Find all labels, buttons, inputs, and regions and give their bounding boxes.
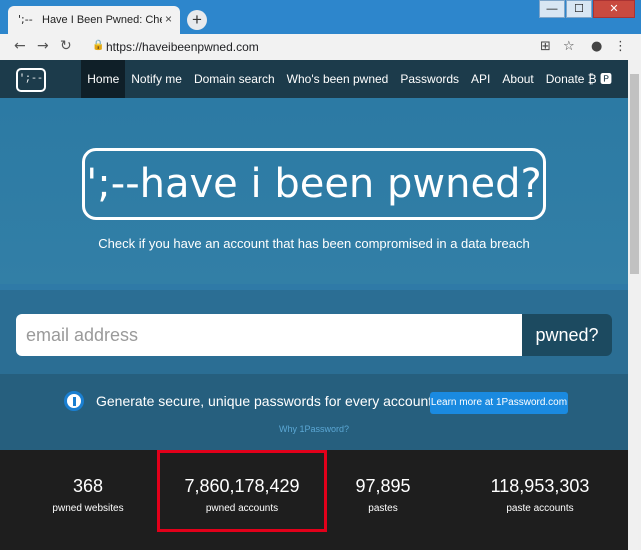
hero-tagline: Check if you have an account that has be… [98, 236, 530, 251]
stat-pastes[interactable]: 97,895 pastes [330, 476, 436, 514]
browser-window: ';-- Have I Been Pwned: Check if × + — ☐… [0, 0, 641, 550]
1password-icon [64, 391, 84, 411]
pwned-button[interactable]: pwned? [522, 314, 612, 356]
back-arrow-icon[interactable]: ← [14, 38, 26, 54]
tab-close-icon[interactable]: × [165, 12, 172, 26]
promo-text: Generate secure, unique passwords for ev… [96, 393, 433, 409]
why-1password-link[interactable]: Why 1Password? [0, 424, 628, 434]
stat-label: paste accounts [506, 503, 574, 514]
site-logo[interactable]: ';-- [16, 68, 46, 92]
stat-value: 118,953,303 [490, 476, 590, 496]
nav-home[interactable]: Home [81, 60, 126, 98]
nav-api[interactable]: API [465, 60, 496, 98]
stat-label: pwned websites [52, 503, 124, 514]
window-controls: — ☐ ✕ [538, 0, 635, 18]
browser-tab[interactable]: ';-- Have I Been Pwned: Check if × [8, 6, 180, 34]
scrollbar-thumb[interactable] [630, 74, 639, 274]
minimize-button[interactable]: — [539, 0, 565, 18]
highlight-box [157, 450, 327, 532]
hero-section: ';--have i been pwned? Check if you have… [0, 98, 628, 284]
browser-toolbar: ← → ↻ 🔒 https://haveibeenpwned.com ⊞ ☆ ●… [0, 34, 641, 60]
translate-icon[interactable]: ⊞ [540, 39, 551, 54]
url-text: https://haveibeenpwned.com [106, 40, 259, 54]
lock-icon: 🔒 [92, 40, 105, 51]
hero-title: ';--have i been pwned? [86, 161, 542, 207]
learn-more-button[interactable]: Learn more at 1Password.com [430, 392, 568, 414]
stat-label: pastes [368, 503, 398, 514]
title-bar: ';-- Have I Been Pwned: Check if × + — ☐… [0, 0, 641, 34]
stat-value: 368 [72, 476, 104, 496]
nav-donate[interactable]: Donate ₿ 🅿 [540, 60, 618, 98]
nav-domain-search[interactable]: Domain search [188, 60, 281, 98]
forward-arrow-icon[interactable]: → [37, 38, 49, 54]
site-navbar: ';-- Home Notify me Domain search Who's … [0, 60, 628, 98]
tab-favicon-icon: ';-- [18, 13, 33, 26]
search-section: email address pwned? [0, 290, 628, 374]
profile-icon[interactable]: ● [591, 39, 602, 54]
vertical-scrollbar[interactable] [628, 60, 641, 550]
email-input[interactable]: email address [16, 314, 522, 356]
page-content: ';-- Home Notify me Domain search Who's … [0, 60, 628, 550]
maximize-button[interactable]: ☐ [566, 0, 592, 18]
hero-title-box: ';--have i been pwned? [82, 148, 546, 220]
close-window-button[interactable]: ✕ [593, 0, 635, 18]
nav-whos-been-pwned[interactable]: Who's been pwned [281, 60, 395, 98]
nav-about[interactable]: About [496, 60, 539, 98]
nav-passwords[interactable]: Passwords [394, 60, 465, 98]
bookmark-star-icon[interactable]: ☆ [563, 39, 575, 54]
email-placeholder: email address [26, 325, 139, 345]
address-bar[interactable]: 🔒 https://haveibeenpwned.com [82, 37, 562, 57]
stat-pwned-websites[interactable]: 368 pwned websites [30, 476, 146, 514]
tab-title: Have I Been Pwned: Check if [42, 14, 162, 26]
new-tab-button[interactable]: + [187, 10, 207, 30]
stat-paste-accounts[interactable]: 118,953,303 paste accounts [470, 476, 610, 514]
stats-bar: 368 pwned websites 7,860,178,429 pwned a… [0, 450, 628, 550]
password-promo: Generate secure, unique passwords for ev… [0, 374, 628, 450]
reload-icon[interactable]: ↻ [60, 38, 72, 54]
menu-kebab-icon[interactable]: ⋮ [614, 39, 627, 54]
nav-links: Home Notify me Domain search Who's been … [81, 60, 618, 98]
stat-value: 97,895 [355, 476, 411, 496]
nav-notify-me[interactable]: Notify me [125, 60, 188, 98]
